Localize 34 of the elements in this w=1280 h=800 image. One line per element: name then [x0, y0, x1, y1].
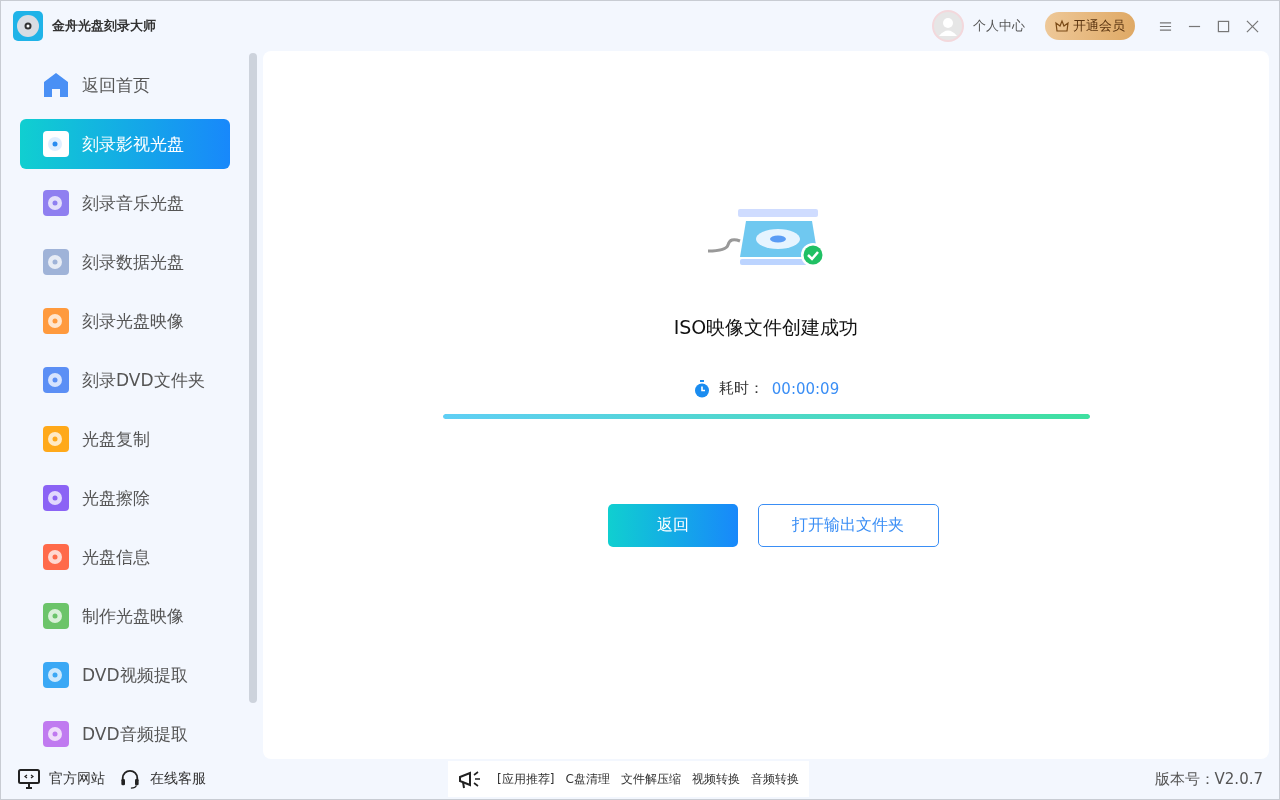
promo-link[interactable]: C盘清理 — [565, 770, 610, 788]
promo-link[interactable]: 文件解压缩 — [620, 770, 681, 788]
vip-button[interactable]: 开通会员 — [1045, 12, 1135, 40]
headset-icon — [119, 769, 141, 789]
elapsed-label: 耗时： — [718, 379, 764, 398]
stopwatch-icon — [692, 379, 711, 398]
version-label: 版本号：V2.0.7 — [1154, 769, 1263, 789]
sidebar-item[interactable]: 返回首页 — [20, 60, 230, 110]
success-message: ISO映像文件创建成功 — [673, 315, 859, 340]
promo-label: [应用推荐] — [497, 770, 555, 788]
sidebar-item[interactable]: 制作光盘映像 — [20, 591, 230, 641]
close-icon[interactable] — [1246, 19, 1259, 33]
website-link[interactable]: 官方网站 — [18, 769, 105, 789]
sidebar-item[interactable]: 刻录音乐光盘 — [20, 178, 230, 228]
elapsed-time: 00:00:09 — [771, 379, 840, 398]
maximize-icon[interactable] — [1217, 19, 1230, 33]
promo-link[interactable]: 视频转换 — [691, 770, 740, 788]
sidebar-item[interactable]: DVD视频提取 — [20, 650, 230, 700]
sidebar-item[interactable]: 刻录光盘映像 — [20, 296, 230, 346]
scrollbar[interactable] — [249, 53, 257, 703]
support-link[interactable]: 在线客服 — [119, 769, 206, 789]
sidebar-item[interactable]: 光盘擦除 — [20, 473, 230, 523]
user-center-link[interactable]: 个人中心 — [973, 17, 1025, 35]
monitor-icon — [18, 769, 40, 789]
sidebar-item[interactable]: 光盘信息 — [20, 532, 230, 582]
sidebar-item[interactable]: 刻录DVD文件夹 — [20, 355, 230, 405]
sidebar-item[interactable]: DVD音频提取 — [20, 709, 230, 759]
disc-logo-icon — [13, 11, 43, 41]
crown-icon — [1055, 19, 1069, 33]
app-title: 金舟光盘刻录大师 — [52, 17, 156, 35]
sidebar-item[interactable]: 光盘复制 — [20, 414, 230, 464]
sidebar-item[interactable]: 刻录数据光盘 — [20, 237, 230, 287]
menu-icon[interactable] — [1159, 19, 1172, 33]
promo-link[interactable]: 音频转换 — [750, 770, 799, 788]
